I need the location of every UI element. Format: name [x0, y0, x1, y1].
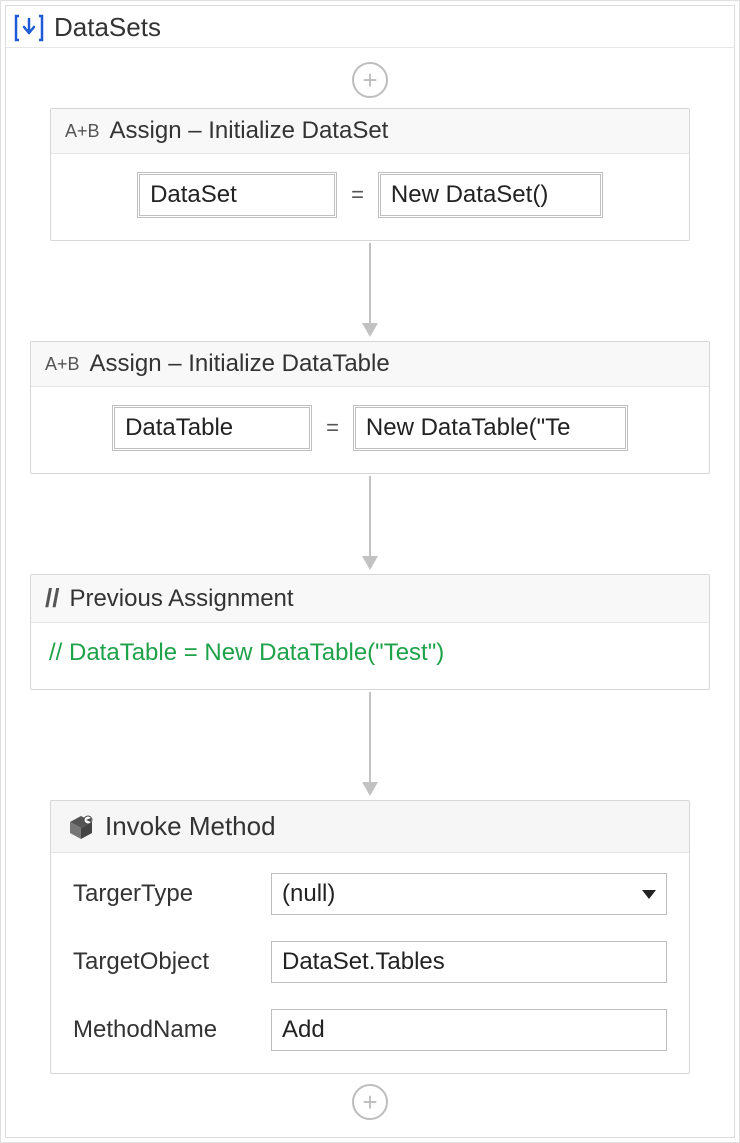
activity-comment-previous-assignment[interactable]: // Previous Assignment // DataTable = Ne…: [30, 574, 710, 690]
invoke-row-targettype: TargerType (null): [73, 873, 667, 915]
activity-title: Invoke Method: [105, 811, 276, 842]
sequence-title: DataSets: [54, 12, 161, 43]
connector-arrow: [362, 692, 378, 796]
activity-header[interactable]: A+B Assign – Initialize DataTable: [31, 342, 709, 387]
activity-body: =: [51, 154, 689, 240]
activity-assign-datatable[interactable]: A+B Assign – Initialize DataTable =: [30, 341, 710, 474]
activity-body: =: [31, 387, 709, 473]
invoke-row-targetobject: TargetObject: [73, 941, 667, 983]
add-activity-top[interactable]: +: [352, 62, 388, 98]
comment-text: // DataTable = New DataTable("Test"): [31, 623, 709, 689]
sequence-container[interactable]: DataSets + A+B Assign – Initialize DataS…: [5, 5, 735, 1138]
comment-icon: //: [45, 583, 59, 614]
cube-icon: [67, 813, 95, 841]
designer-canvas: DataSets + A+B Assign – Initialize DataS…: [0, 0, 740, 1143]
sequence-header[interactable]: DataSets: [6, 6, 734, 48]
activity-header[interactable]: A+B Assign – Initialize DataSet: [51, 109, 689, 154]
equals-sign: =: [326, 415, 339, 441]
assign-lhs-input[interactable]: [112, 405, 312, 451]
assign-rhs-input[interactable]: [378, 172, 603, 218]
activity-header[interactable]: // Previous Assignment: [31, 575, 709, 623]
assign-lhs-input[interactable]: [137, 172, 337, 218]
activity-title: Previous Assignment: [69, 585, 293, 613]
sequence-icon: [14, 13, 44, 43]
activity-title: Assign – Initialize DataTable: [90, 350, 390, 378]
activity-assign-dataset[interactable]: A+B Assign – Initialize DataSet =: [50, 108, 690, 241]
row-label: MethodName: [73, 1016, 253, 1044]
sequence-body: + A+B Assign – Initialize DataSet =: [6, 48, 734, 1132]
row-label: TargerType: [73, 880, 253, 908]
chevron-down-icon: [642, 890, 656, 899]
connector-arrow: [362, 243, 378, 337]
targetobject-input[interactable]: [271, 941, 667, 983]
assign-icon: A+B: [65, 121, 100, 142]
methodname-input[interactable]: [271, 1009, 667, 1051]
activity-title: Assign – Initialize DataSet: [110, 117, 389, 145]
activity-invoke-method[interactable]: Invoke Method TargerType (null) TargetOb…: [50, 800, 690, 1074]
activity-header[interactable]: Invoke Method: [51, 801, 689, 853]
row-label: TargetObject: [73, 948, 253, 976]
assign-icon: A+B: [45, 354, 80, 375]
add-activity-bottom[interactable]: +: [352, 1084, 388, 1120]
activity-body: TargerType (null) TargetObject MethodNam…: [51, 853, 689, 1073]
dropdown-value: (null): [282, 880, 335, 908]
equals-sign: =: [351, 182, 364, 208]
targettype-dropdown[interactable]: (null): [271, 873, 667, 915]
invoke-row-methodname: MethodName: [73, 1009, 667, 1051]
connector-arrow: [362, 476, 378, 570]
assign-rhs-input[interactable]: [353, 405, 628, 451]
